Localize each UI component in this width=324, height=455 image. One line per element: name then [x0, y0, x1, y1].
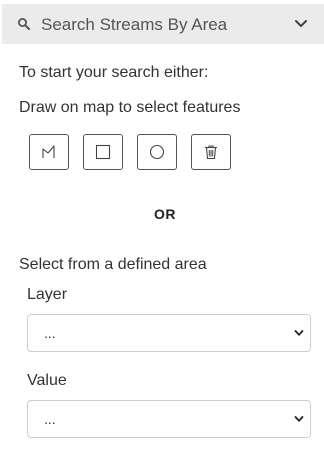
polygon-icon: [42, 145, 55, 158]
rectangle-icon: [95, 144, 111, 160]
chevron-down-icon: [294, 330, 304, 336]
intro-text: To start your search either:: [19, 64, 209, 81]
trash-icon: [205, 145, 217, 160]
layer-label: Layer: [27, 286, 68, 303]
draw-instruction: Draw on map to select features: [19, 99, 241, 116]
value-select[interactable]: ...: [27, 400, 311, 438]
or-divider: OR: [154, 206, 176, 222]
search-icon: [18, 18, 30, 30]
clear-drawing-button[interactable]: [191, 134, 231, 170]
layer-select[interactable]: ...: [27, 314, 311, 352]
draw-rectangle-button[interactable]: [83, 134, 123, 170]
circle-icon: [149, 144, 165, 160]
chevron-down-icon: [294, 416, 304, 422]
value-label: Value: [27, 372, 67, 389]
header-title: Search Streams By Area: [41, 15, 228, 34]
value-select-value: ...: [44, 411, 56, 427]
layer-select-value: ...: [44, 325, 56, 341]
search-streams-header[interactable]: Search Streams By Area: [2, 4, 324, 44]
draw-circle-button[interactable]: [137, 134, 177, 170]
draw-polygon-button[interactable]: [29, 134, 69, 170]
chevron-down-icon[interactable]: [294, 18, 308, 30]
search-panel: Search Streams By Area To start your sea…: [0, 0, 324, 455]
select-area-instruction: Select from a defined area: [19, 256, 207, 273]
